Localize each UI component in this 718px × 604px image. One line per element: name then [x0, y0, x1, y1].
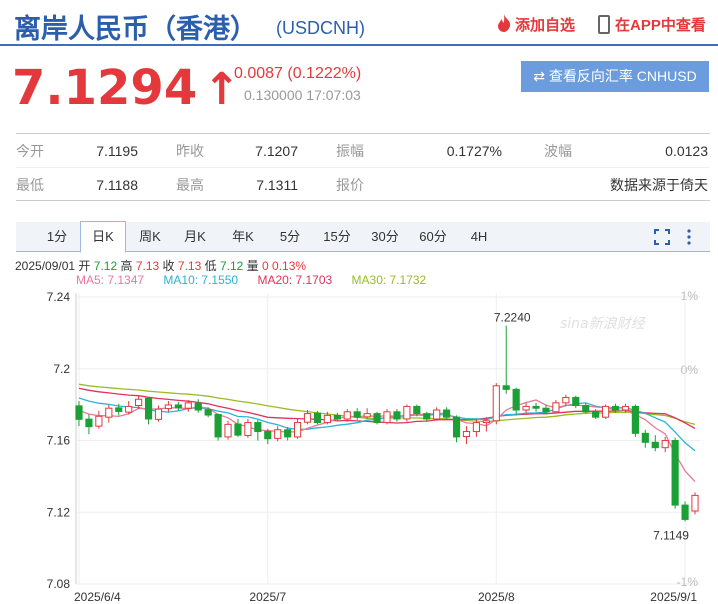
candle-body	[681, 504, 689, 520]
x-tick-label: 2025/6/4	[74, 590, 121, 604]
candle-body	[244, 422, 252, 436]
candle-body	[85, 418, 93, 428]
candle-body	[373, 413, 381, 424]
x-tick-label: 2025/7	[249, 590, 286, 604]
candle-body	[274, 429, 282, 439]
candle-body	[254, 422, 262, 433]
candle-body	[502, 385, 510, 390]
y-tick-label: 7.24	[47, 290, 71, 304]
candle-body	[562, 396, 570, 404]
y-tick-label: 7.08	[47, 577, 71, 591]
candle-body	[184, 402, 192, 409]
candle-body	[671, 440, 679, 506]
y-tick-label: 7.16	[47, 434, 71, 448]
candle-body	[284, 429, 292, 438]
candle-body	[691, 494, 699, 512]
candle-body	[294, 422, 302, 438]
min-price-label: 7.1149	[653, 528, 689, 542]
candle-body	[592, 411, 600, 418]
candle-body	[135, 398, 143, 407]
pct-tick-label: 1%	[681, 289, 699, 303]
candle-body	[641, 432, 649, 443]
candle-body	[115, 407, 123, 412]
candle-body	[363, 413, 371, 418]
candle-body	[542, 407, 550, 413]
candle-body	[631, 405, 639, 434]
x-tick-label: 2025/9/1	[650, 590, 697, 604]
candle-body	[343, 411, 351, 420]
candle-body	[194, 402, 202, 411]
candle-body	[602, 405, 610, 418]
candle-body	[224, 423, 232, 438]
candle-body	[303, 413, 312, 423]
candle-body	[393, 411, 401, 420]
x-tick-label: 2025/8	[478, 590, 515, 604]
candle-body	[383, 411, 391, 424]
candle-body	[174, 404, 182, 409]
candle-body	[582, 405, 590, 413]
candle-body	[75, 405, 83, 420]
candle-body	[661, 440, 669, 449]
candle-body	[164, 404, 172, 410]
candle-body	[125, 405, 133, 413]
candle-body	[482, 420, 490, 424]
candle-body	[333, 414, 341, 420]
candle-body	[611, 405, 620, 411]
candle-body	[552, 402, 560, 413]
candle-body	[403, 405, 411, 420]
candle-body	[214, 413, 222, 438]
candle-body	[154, 408, 163, 420]
sina-watermark: sina新浪财经	[560, 316, 647, 332]
y-tick-label: 7.2	[53, 362, 70, 376]
candle-body	[651, 441, 659, 449]
candle-body	[532, 405, 540, 409]
pct-tick-label: -1%	[677, 575, 699, 589]
candle-body	[512, 388, 520, 411]
candle-body	[492, 385, 500, 422]
candle-body	[313, 412, 322, 424]
candle-body	[572, 396, 580, 407]
candle-body	[452, 416, 461, 438]
kline-chart[interactable]: 7.24 7.2 7.16 7.12 7.08 1% 0% -1% 2025/6/4 2025/7…	[0, 0, 718, 604]
candle-body	[522, 405, 530, 411]
candle-body	[423, 413, 431, 420]
candle-body	[323, 414, 331, 424]
candle-body	[443, 409, 451, 418]
candle-body	[353, 411, 361, 418]
candle-body	[621, 405, 630, 411]
candle-body	[204, 409, 212, 416]
candle-body	[264, 431, 272, 440]
candle-body	[234, 423, 242, 436]
candle-body	[95, 415, 103, 427]
candle-body	[433, 409, 441, 420]
candle-body	[462, 431, 471, 438]
candle-body	[144, 397, 153, 420]
y-tick-label: 7.12	[47, 505, 71, 519]
max-price-label: 7.2240	[494, 311, 531, 325]
candle-body	[413, 405, 421, 415]
candle-body	[105, 407, 113, 418]
candle-body	[472, 422, 480, 433]
pct-tick-label: 0%	[681, 363, 699, 377]
